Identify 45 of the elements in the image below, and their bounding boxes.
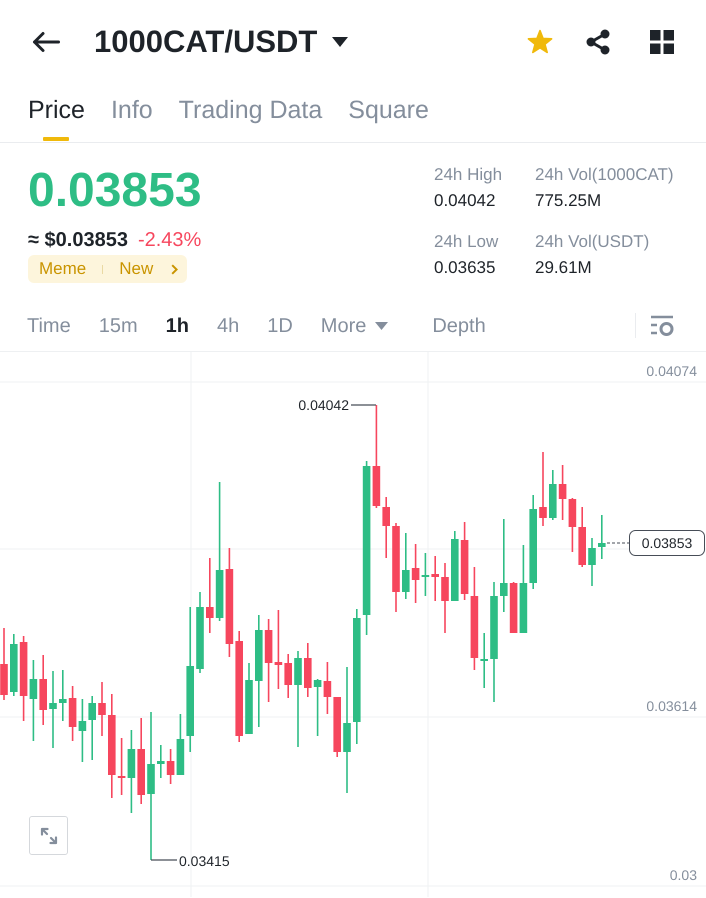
last-price: 0.03853 bbox=[28, 163, 202, 219]
caret-icon bbox=[332, 37, 348, 47]
interval-tab[interactable]: 1D bbox=[267, 312, 293, 338]
tab[interactable]: Square bbox=[348, 96, 429, 141]
axis-price-label: 0.04074 bbox=[646, 363, 697, 379]
stat-label: 24h Vol(USDT) bbox=[535, 231, 650, 253]
axis-price-label: 0.03 bbox=[670, 867, 697, 883]
leader-line bbox=[151, 859, 177, 861]
more-dropdown[interactable]: More bbox=[320, 312, 388, 338]
tag-label: Meme bbox=[39, 259, 86, 279]
expand-icon bbox=[40, 826, 58, 844]
usd-price: ≈ $0.03853 bbox=[28, 228, 128, 252]
price-change: -2.43% bbox=[138, 228, 202, 252]
stat-value: 775.25M bbox=[535, 190, 602, 212]
trading-pair-selector[interactable]: 1000CAT/USDT bbox=[94, 24, 348, 60]
stat-label: 24h High bbox=[434, 164, 504, 186]
high-price-label: 0.04042 bbox=[298, 397, 349, 413]
stat-value: 0.04042 bbox=[434, 190, 496, 212]
grid-icon[interactable] bbox=[650, 30, 674, 54]
price-line bbox=[606, 542, 630, 544]
interval-tab[interactable]: 15m bbox=[98, 312, 138, 338]
tab[interactable]: Price bbox=[28, 96, 85, 141]
chevron-icon bbox=[171, 264, 178, 274]
star-icon[interactable] bbox=[527, 29, 553, 55]
caret-icon bbox=[375, 322, 388, 330]
tag-bar[interactable]: Meme New bbox=[28, 255, 188, 283]
expand-button[interactable] bbox=[29, 816, 68, 855]
interval-tab[interactable]: 4h bbox=[216, 312, 240, 338]
last-price-label: 0.03853 bbox=[629, 530, 705, 556]
stat-value: 29.61M bbox=[535, 257, 593, 279]
stat-label: 24h Low bbox=[434, 231, 500, 253]
tag-label: New bbox=[119, 259, 154, 279]
stat-label: 24h Vol(1000CAT) bbox=[535, 164, 674, 186]
back-arrow-icon[interactable] bbox=[32, 31, 60, 53]
share-icon[interactable] bbox=[585, 29, 611, 55]
depth-tab[interactable]: Depth bbox=[432, 312, 486, 338]
chart-settings-icon[interactable] bbox=[650, 314, 674, 336]
stat-value: 0.03635 bbox=[434, 257, 496, 279]
tab[interactable]: Trading Data bbox=[178, 96, 322, 141]
interval-tab[interactable]: 1h bbox=[166, 312, 189, 338]
interval-tab[interactable]: Time bbox=[27, 312, 71, 338]
leader-line bbox=[351, 404, 376, 406]
axis-price-label: 0.03614 bbox=[646, 698, 697, 714]
low-price-label: 0.03415 bbox=[179, 853, 230, 869]
tab[interactable]: Info bbox=[110, 96, 153, 141]
